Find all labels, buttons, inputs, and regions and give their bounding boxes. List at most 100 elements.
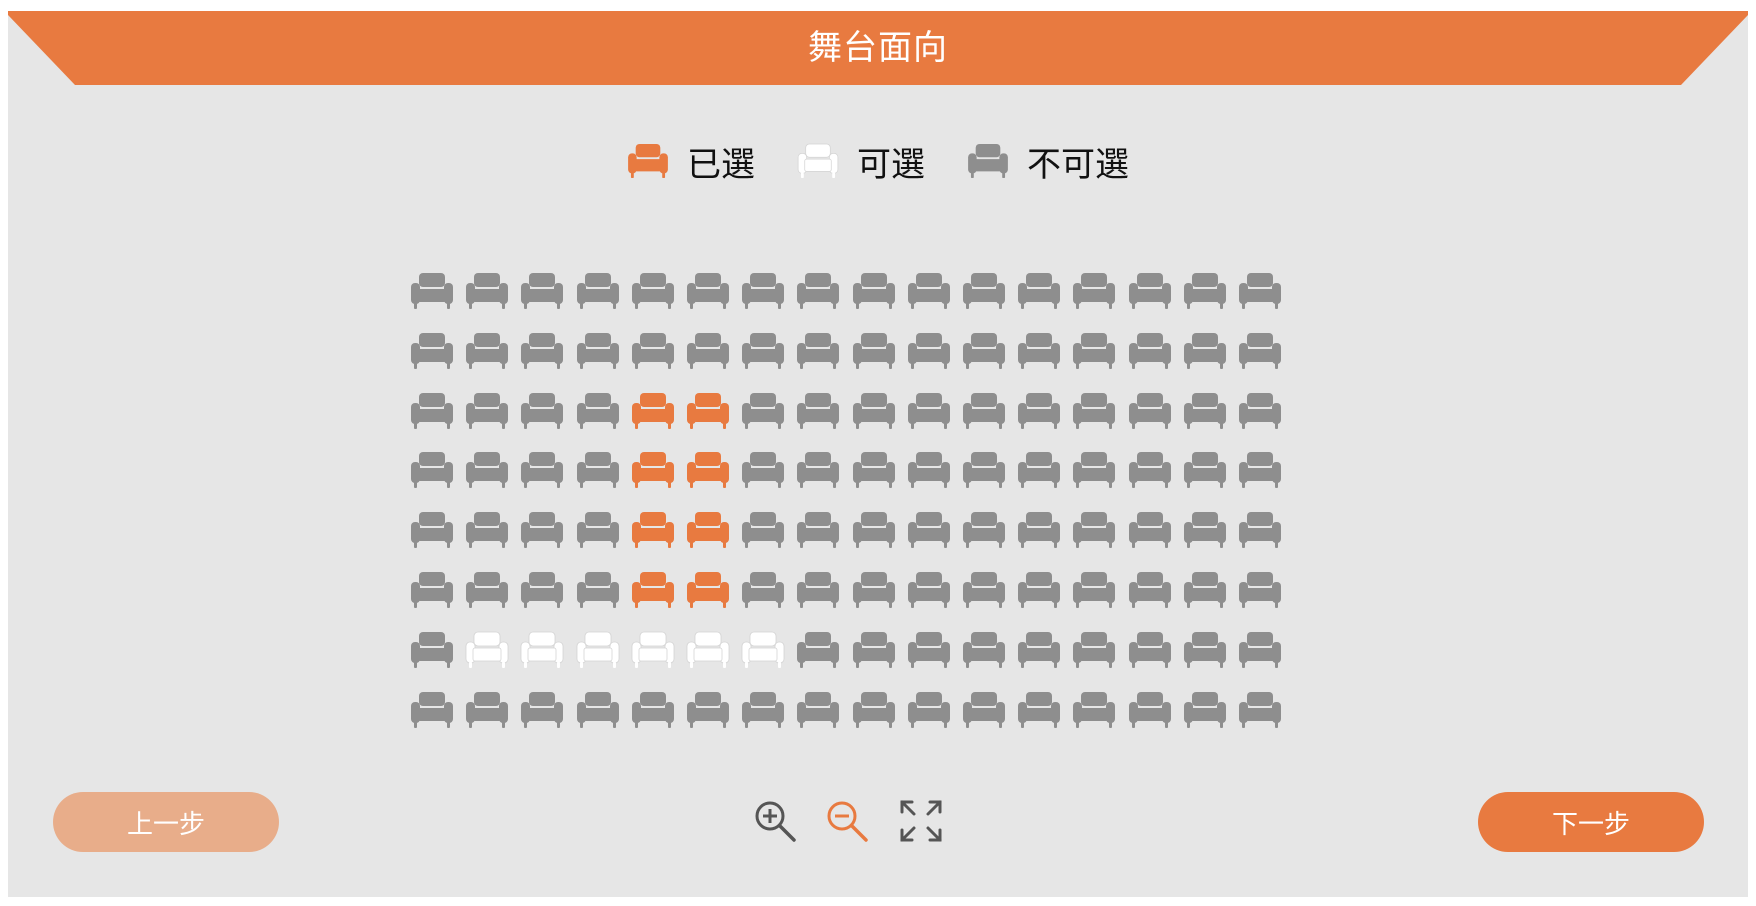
unavailable-seat — [1017, 332, 1061, 370]
unavailable-seat — [1238, 511, 1282, 549]
unavailable-seat — [1072, 511, 1116, 549]
available-seat[interactable] — [465, 631, 509, 669]
unavailable-seat — [796, 451, 840, 489]
unavailable-seat — [796, 272, 840, 310]
unavailable-seat — [410, 511, 454, 549]
unavailable-seat — [1238, 631, 1282, 669]
unavailable-seat-icon — [967, 143, 1009, 179]
unavailable-seat — [520, 392, 564, 430]
unavailable-seat — [907, 451, 951, 489]
unavailable-seat — [1072, 451, 1116, 489]
unavailable-seat — [410, 272, 454, 310]
stage-banner: 舞台面向 — [8, 11, 1748, 85]
unavailable-seat — [1072, 571, 1116, 609]
unavailable-seat — [1128, 451, 1172, 489]
unavailable-seat — [852, 392, 896, 430]
legend-available-label: 可選 — [857, 144, 925, 185]
unavailable-seat — [852, 571, 896, 609]
unavailable-seat — [907, 272, 951, 310]
legend-selected-label: 已選 — [687, 144, 755, 185]
unavailable-seat — [686, 272, 730, 310]
unavailable-seat — [796, 571, 840, 609]
unavailable-seat — [1128, 332, 1172, 370]
selected-seat[interactable] — [631, 571, 675, 609]
map-toolbar — [750, 796, 950, 848]
unavailable-seat — [741, 272, 785, 310]
unavailable-seat — [576, 272, 620, 310]
unavailable-seat — [962, 631, 1006, 669]
unavailable-seat — [907, 511, 951, 549]
unavailable-seat — [852, 451, 896, 489]
unavailable-seat — [796, 392, 840, 430]
unavailable-seat — [1183, 571, 1227, 609]
unavailable-seat — [796, 511, 840, 549]
unavailable-seat — [1183, 332, 1227, 370]
unavailable-seat — [1072, 392, 1116, 430]
selected-seat[interactable] — [631, 392, 675, 430]
selected-seat[interactable] — [686, 511, 730, 549]
unavailable-seat — [410, 332, 454, 370]
unavailable-seat — [1183, 511, 1227, 549]
unavailable-seat — [962, 691, 1006, 729]
unavailable-seat — [465, 571, 509, 609]
unavailable-seat — [741, 392, 785, 430]
unavailable-seat — [796, 631, 840, 669]
available-seat[interactable] — [576, 631, 620, 669]
unavailable-seat — [907, 332, 951, 370]
unavailable-seat — [465, 272, 509, 310]
previous-step-button[interactable]: 上一步 — [53, 792, 279, 852]
fullscreen-icon[interactable] — [896, 796, 946, 846]
available-seat[interactable] — [686, 631, 730, 669]
unavailable-seat — [1183, 272, 1227, 310]
unavailable-seat — [852, 272, 896, 310]
unavailable-seat — [520, 691, 564, 729]
unavailable-seat — [741, 332, 785, 370]
next-step-button[interactable]: 下一步 — [1478, 792, 1704, 852]
unavailable-seat — [907, 392, 951, 430]
unavailable-seat — [852, 691, 896, 729]
unavailable-seat — [741, 451, 785, 489]
unavailable-seat — [796, 332, 840, 370]
unavailable-seat — [907, 691, 951, 729]
unavailable-seat — [1183, 392, 1227, 430]
unavailable-seat — [907, 571, 951, 609]
unavailable-seat — [962, 332, 1006, 370]
selected-seat-icon — [627, 143, 669, 179]
available-seat[interactable] — [741, 631, 785, 669]
selected-seat[interactable] — [686, 392, 730, 430]
legend-unavailable: 不可選 — [967, 137, 1129, 186]
unavailable-seat — [796, 691, 840, 729]
unavailable-seat — [852, 332, 896, 370]
unavailable-seat — [1238, 451, 1282, 489]
unavailable-seat — [962, 272, 1006, 310]
unavailable-seat — [1017, 511, 1061, 549]
zoom-out-icon[interactable] — [822, 796, 872, 846]
unavailable-seat — [465, 392, 509, 430]
unavailable-seat — [410, 451, 454, 489]
selected-seat[interactable] — [686, 451, 730, 489]
unavailable-seat — [465, 511, 509, 549]
unavailable-seat — [1238, 691, 1282, 729]
available-seat[interactable] — [631, 631, 675, 669]
unavailable-seat — [1183, 451, 1227, 489]
available-seat[interactable] — [520, 631, 564, 669]
unavailable-seat — [631, 272, 675, 310]
unavailable-seat — [520, 272, 564, 310]
unavailable-seat — [1128, 272, 1172, 310]
unavailable-seat — [520, 451, 564, 489]
selected-seat[interactable] — [631, 451, 675, 489]
unavailable-seat — [576, 451, 620, 489]
unavailable-seat — [576, 332, 620, 370]
selected-seat[interactable] — [631, 511, 675, 549]
zoom-in-icon[interactable] — [750, 796, 800, 846]
unavailable-seat — [1238, 571, 1282, 609]
unavailable-seat — [520, 511, 564, 549]
selected-seat[interactable] — [686, 571, 730, 609]
unavailable-seat — [631, 332, 675, 370]
unavailable-seat — [1128, 631, 1172, 669]
seat-legend: 已選 可選 不可選 — [0, 137, 1756, 186]
unavailable-seat — [576, 691, 620, 729]
available-seat-icon — [797, 143, 839, 179]
unavailable-seat — [410, 392, 454, 430]
stage-direction-label: 舞台面向 — [808, 28, 948, 68]
